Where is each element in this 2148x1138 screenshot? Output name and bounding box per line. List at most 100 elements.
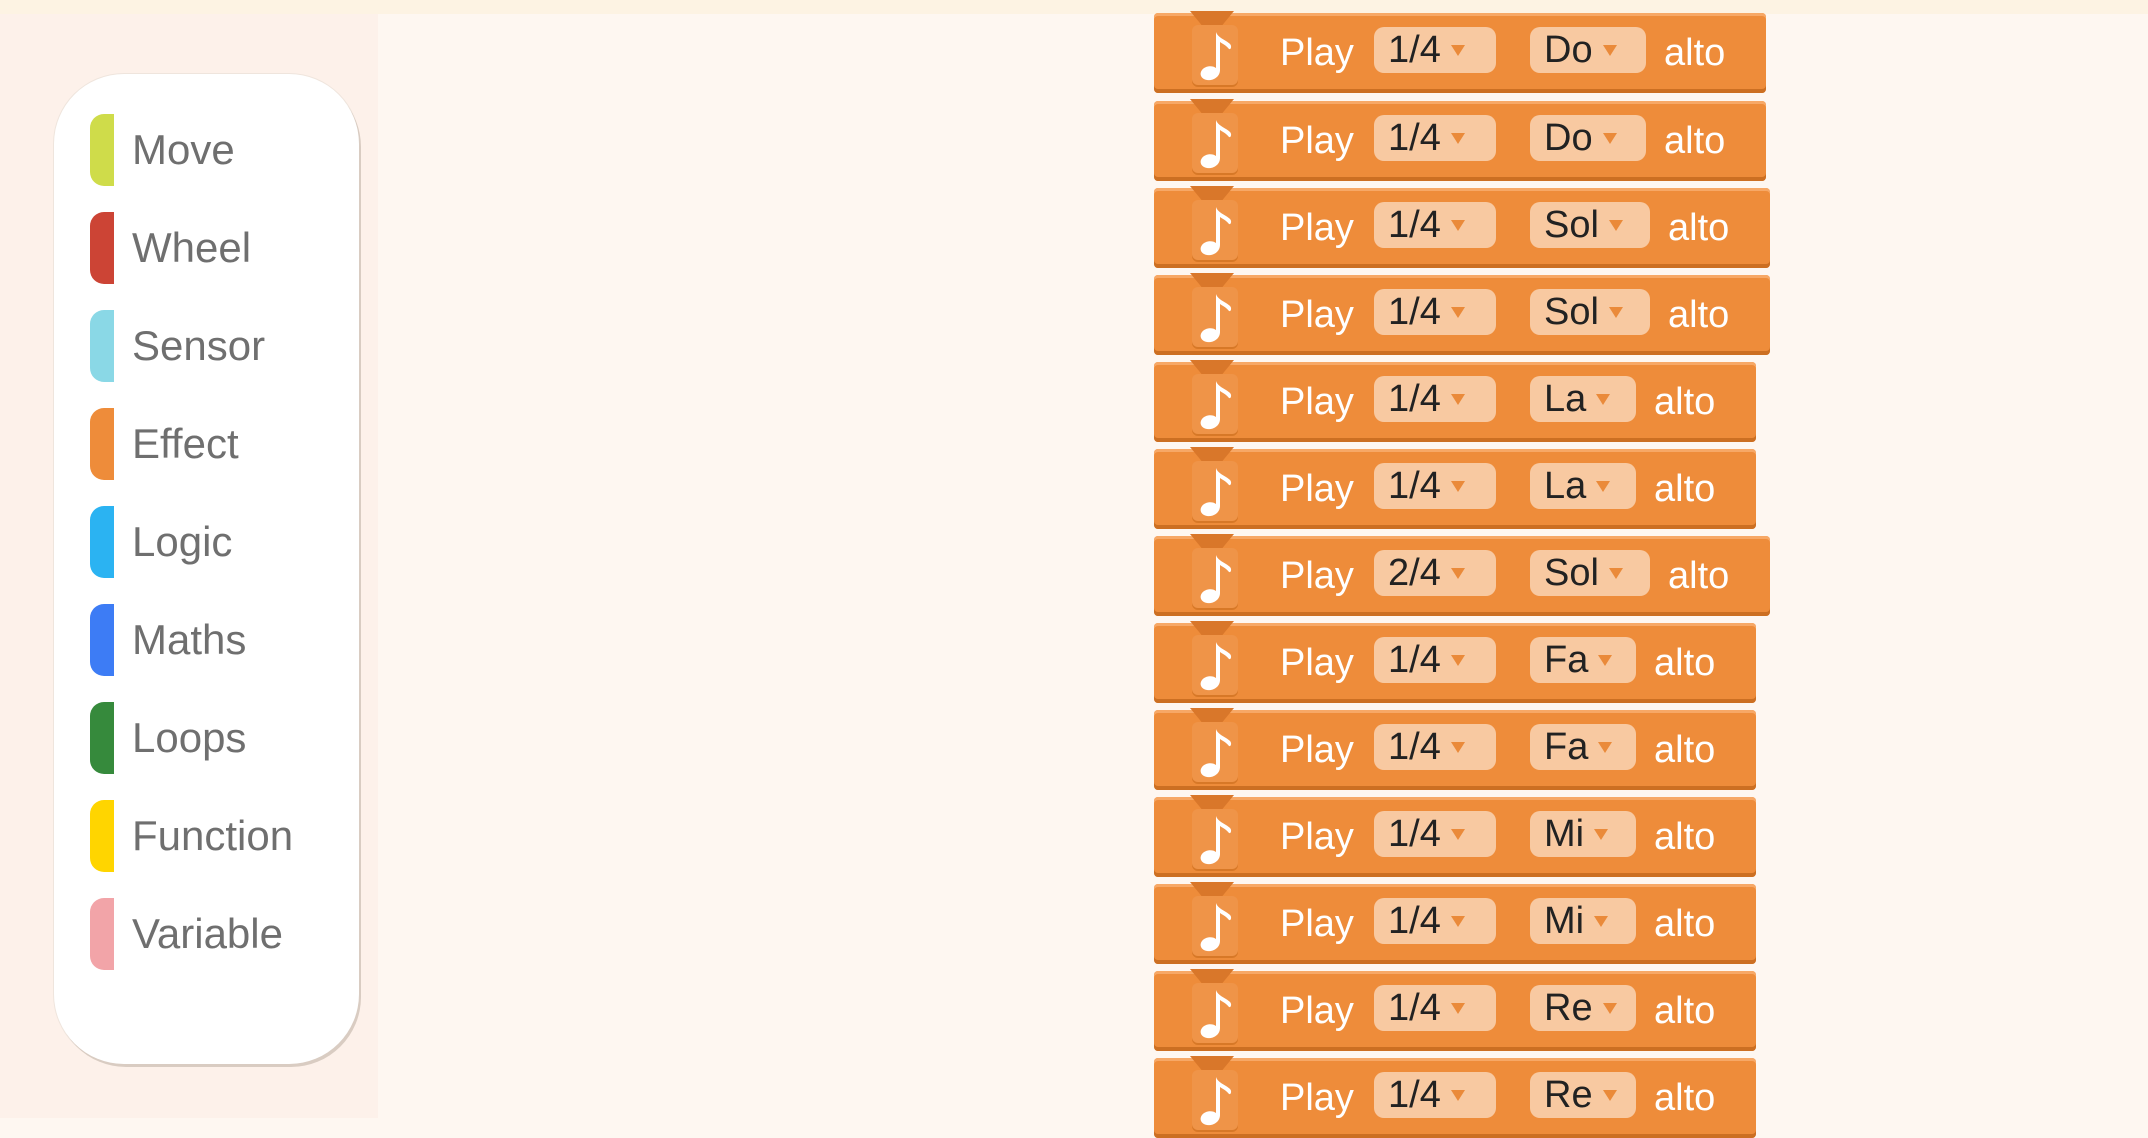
category-logic[interactable]: Logic xyxy=(90,506,360,578)
duration-value: 1/4 xyxy=(1388,813,1441,855)
duration-value: 1/4 xyxy=(1388,378,1441,420)
octave-label: alto xyxy=(1654,989,1716,1032)
category-color-swatch xyxy=(90,212,114,284)
note-value: Mi xyxy=(1544,900,1585,942)
play-label: Play xyxy=(1280,641,1354,684)
octave-label: alto xyxy=(1654,815,1716,858)
dropdown-arrow-icon xyxy=(1450,1089,1465,1101)
duration-dropdown[interactable]: 1/4 xyxy=(1374,985,1496,1031)
duration-dropdown[interactable]: 2/4 xyxy=(1374,550,1496,596)
duration-value: 1/4 xyxy=(1388,465,1441,507)
note-dropdown[interactable]: La xyxy=(1530,463,1636,509)
note-dropdown[interactable]: Mi xyxy=(1530,811,1636,857)
play-note-block[interactable]: Play 1/4 Re alto xyxy=(1154,1056,1756,1138)
category-label: Loops xyxy=(132,714,247,761)
note-dropdown[interactable]: Re xyxy=(1530,985,1636,1031)
duration-value: 1/4 xyxy=(1388,1074,1441,1116)
note-dropdown[interactable]: Fa xyxy=(1530,637,1636,683)
duration-dropdown[interactable]: 1/4 xyxy=(1374,811,1496,857)
play-note-block[interactable]: Play 1/4 Mi alto xyxy=(1154,882,1756,964)
duration-value: 1/4 xyxy=(1388,900,1441,942)
dropdown-arrow-icon xyxy=(1608,567,1623,579)
note-dropdown[interactable]: Do xyxy=(1530,27,1646,73)
dropdown-arrow-icon xyxy=(1596,480,1611,492)
duration-dropdown[interactable]: 1/4 xyxy=(1374,463,1496,509)
note-dropdown[interactable]: Re xyxy=(1530,1072,1636,1118)
category-effect[interactable]: Effect xyxy=(90,408,360,480)
music-note-icon xyxy=(1192,896,1238,956)
note-dropdown[interactable]: La xyxy=(1530,376,1636,422)
category-maths[interactable]: Maths xyxy=(90,604,360,676)
note-value: Re xyxy=(1544,987,1593,1029)
music-note-icon xyxy=(1192,113,1238,173)
note-dropdown[interactable]: Fa xyxy=(1530,724,1636,770)
dropdown-arrow-icon xyxy=(1594,828,1609,840)
category-label: Maths xyxy=(132,616,247,663)
category-function[interactable]: Function xyxy=(90,800,360,872)
play-note-block[interactable]: Play 1/4 Fa alto xyxy=(1154,708,1756,790)
category-sensor[interactable]: Sensor xyxy=(90,310,360,382)
dropdown-arrow-icon xyxy=(1450,393,1465,405)
play-label: Play xyxy=(1280,1076,1354,1119)
duration-dropdown[interactable]: 1/4 xyxy=(1374,27,1496,73)
duration-value: 1/4 xyxy=(1388,117,1441,159)
note-value: La xyxy=(1544,378,1587,420)
category-color-swatch xyxy=(90,114,114,186)
music-note-icon xyxy=(1192,635,1238,695)
play-note-block[interactable]: Play 1/4 La alto xyxy=(1154,447,1756,529)
top-bar xyxy=(0,0,2148,14)
note-dropdown[interactable]: Sol xyxy=(1530,202,1650,248)
play-note-block[interactable]: Play 1/4 Re alto xyxy=(1154,969,1756,1051)
dropdown-arrow-icon xyxy=(1602,1089,1617,1101)
category-variable[interactable]: Variable xyxy=(90,898,360,970)
play-label: Play xyxy=(1280,815,1354,858)
play-note-block[interactable]: Play 1/4 Sol alto xyxy=(1154,186,1770,268)
music-note-icon xyxy=(1192,809,1238,869)
category-label: Sensor xyxy=(132,322,266,369)
music-note-icon xyxy=(1192,722,1238,782)
duration-dropdown[interactable]: 1/4 xyxy=(1374,1072,1496,1118)
play-note-block[interactable]: Play 2/4 Sol alto xyxy=(1154,534,1770,616)
category-move[interactable]: Move xyxy=(90,114,360,186)
octave-label: alto xyxy=(1654,641,1716,684)
play-note-block[interactable]: Play 1/4 Sol alto xyxy=(1154,273,1770,355)
music-note-icon xyxy=(1192,200,1238,260)
octave-label: alto xyxy=(1668,206,1730,249)
category-color-swatch xyxy=(90,800,114,872)
play-note-block[interactable]: Play 1/4 Mi alto xyxy=(1154,795,1756,877)
duration-dropdown[interactable]: 1/4 xyxy=(1374,289,1496,335)
play-note-block[interactable]: Play 1/4 Do alto xyxy=(1154,11,1766,93)
duration-dropdown[interactable]: 1/4 xyxy=(1374,376,1496,422)
play-note-block[interactable]: Play 1/4 Do alto xyxy=(1154,99,1766,181)
music-note-icon xyxy=(1192,548,1238,608)
duration-dropdown[interactable]: 1/4 xyxy=(1374,202,1496,248)
duration-dropdown[interactable]: 1/4 xyxy=(1374,898,1496,944)
octave-label: alto xyxy=(1654,1076,1716,1119)
dropdown-arrow-icon xyxy=(1598,654,1613,666)
note-dropdown[interactable]: Mi xyxy=(1530,898,1636,944)
duration-dropdown[interactable]: 1/4 xyxy=(1374,724,1496,770)
play-note-block[interactable]: Play 1/4 La alto xyxy=(1154,360,1756,442)
play-note-block[interactable]: Play 1/4 Fa alto xyxy=(1154,621,1756,703)
duration-dropdown[interactable]: 1/4 xyxy=(1374,637,1496,683)
dropdown-arrow-icon xyxy=(1594,915,1609,927)
category-color-swatch xyxy=(90,702,114,774)
note-dropdown[interactable]: Do xyxy=(1530,115,1646,161)
dropdown-arrow-icon xyxy=(1450,44,1465,56)
dropdown-arrow-icon xyxy=(1450,741,1465,753)
duration-dropdown[interactable]: 1/4 xyxy=(1374,115,1496,161)
dropdown-arrow-icon xyxy=(1450,219,1465,231)
octave-label: alto xyxy=(1654,902,1716,945)
note-dropdown[interactable]: Sol xyxy=(1530,289,1650,335)
note-value: Fa xyxy=(1544,726,1589,768)
note-value: Fa xyxy=(1544,639,1589,681)
category-loops[interactable]: Loops xyxy=(90,702,360,774)
music-note-icon xyxy=(1192,25,1238,85)
duration-value: 1/4 xyxy=(1388,639,1441,681)
play-label: Play xyxy=(1280,467,1354,510)
category-wheel[interactable]: Wheel xyxy=(90,212,360,284)
code-workspace[interactable]: Play 1/4 Do alto Play 1/4 Do alto Play 1… xyxy=(378,11,2148,1138)
octave-label: alto xyxy=(1654,380,1716,423)
toolbox-area: Move Wheel Sensor Effect Logic Maths Loops Func… xyxy=(0,14,378,1118)
note-dropdown[interactable]: Sol xyxy=(1530,550,1650,596)
